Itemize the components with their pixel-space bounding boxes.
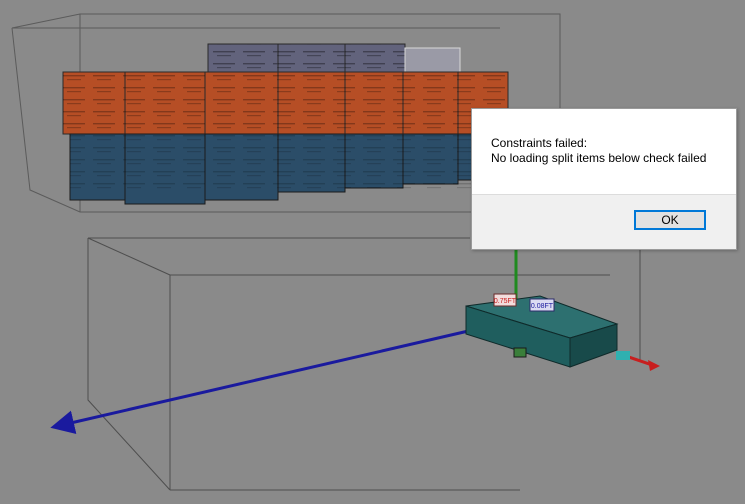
dialog-footer: OK	[472, 194, 736, 249]
dimension-label-blue: 0.08FT	[531, 303, 554, 310]
preview-box-row-middle	[62, 71, 509, 135]
dimension-label-red: 0.75FT	[494, 298, 517, 305]
preview-box-row-bottom	[69, 133, 479, 205]
dialog-message-line1: Constraints failed:	[491, 136, 588, 150]
dialog-message: Constraints failed: No loading split ite…	[491, 136, 728, 166]
ok-button[interactable]: OK	[634, 210, 706, 230]
preview-box-row-top	[207, 43, 461, 75]
constraints-failed-dialog: Constraints failed: No loading split ite…	[471, 108, 737, 250]
3d-viewport[interactable]: 0.75FT 0.08FT	[0, 0, 745, 504]
dialog-message-line2: No loading split items below check faile…	[491, 151, 707, 165]
